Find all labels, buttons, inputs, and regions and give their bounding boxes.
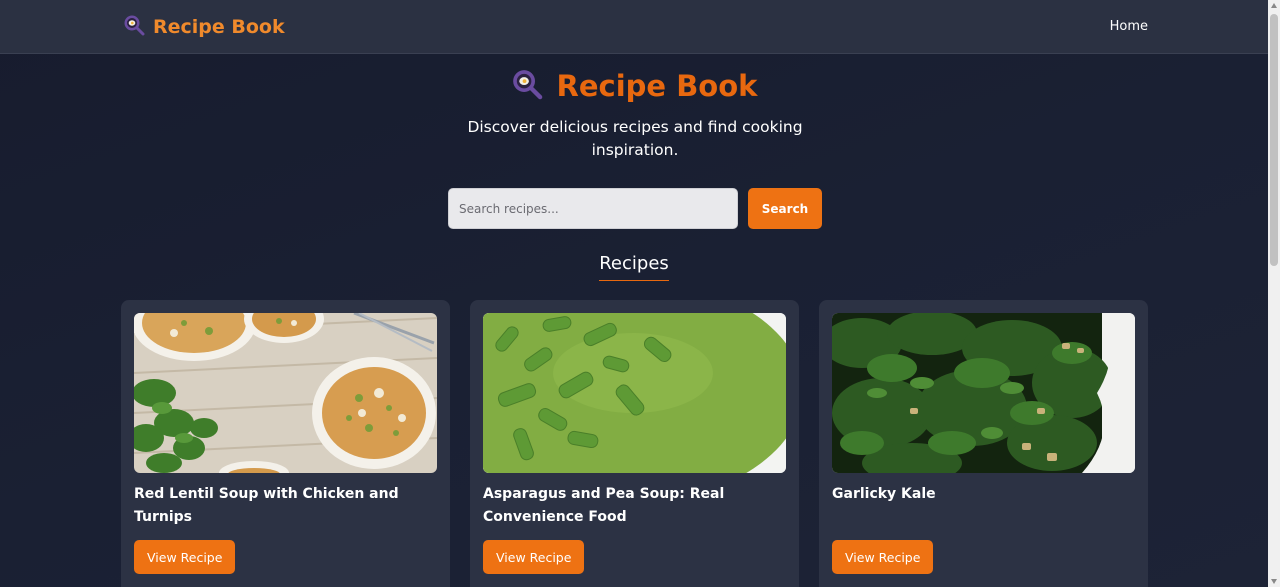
search-input[interactable]	[448, 188, 738, 229]
recipe-card: Garlicky Kale View Recipe	[819, 300, 1148, 587]
recipe-card: Asparagus and Pea Soup: Real Convenience…	[470, 300, 799, 587]
search-button[interactable]: Search	[748, 188, 822, 229]
recipe-image	[134, 313, 437, 473]
section-title: Recipes	[599, 253, 669, 281]
recipe-image	[832, 313, 1135, 473]
page-scrollbar[interactable]	[1268, 0, 1280, 587]
logo-icon	[123, 14, 145, 40]
hero-title: Recipe Book	[0, 68, 1268, 104]
scroll-down-icon[interactable]	[1271, 579, 1277, 584]
hero-title-text: Recipe Book	[556, 69, 758, 103]
nav-brand[interactable]: Recipe Book	[123, 14, 285, 40]
hero-subtitle: Discover delicious recipes and find cook…	[467, 118, 803, 159]
view-recipe-button[interactable]: View Recipe	[832, 540, 934, 574]
section-heading: Recipes	[0, 253, 1268, 281]
view-recipe-button[interactable]: View Recipe	[483, 540, 585, 574]
recipe-card: Red Lentil Soup with Chicken and Turnips…	[121, 300, 450, 587]
logo-icon	[511, 68, 543, 104]
recipe-title: Garlicky Kale	[832, 486, 936, 502]
scroll-up-icon[interactable]	[1271, 3, 1277, 8]
view-recipe-button[interactable]: View Recipe	[134, 540, 236, 574]
recipe-title: Red Lentil Soup with Chicken and Turnips	[134, 486, 399, 525]
navbar: Recipe Book Home	[0, 0, 1268, 54]
nav-brand-text: Recipe Book	[153, 16, 285, 38]
recipe-title: Asparagus and Pea Soup: Real Convenience…	[483, 486, 725, 525]
nav-home-link[interactable]: Home	[1110, 19, 1148, 34]
recipe-image	[483, 313, 786, 473]
scrollbar-thumb[interactable]	[1270, 14, 1278, 266]
